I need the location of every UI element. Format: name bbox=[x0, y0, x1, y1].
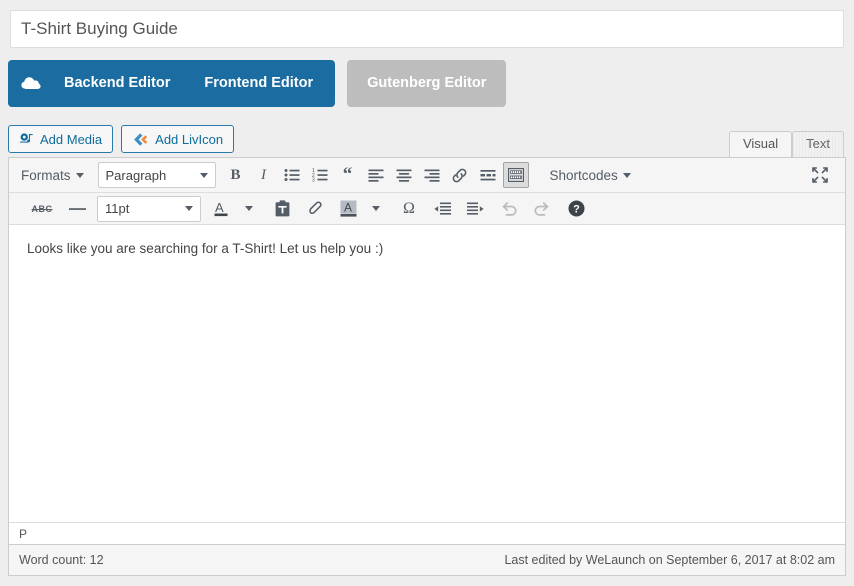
font-size-select[interactable]: 11pt bbox=[97, 195, 201, 222]
highlight-color-dropdown[interactable] bbox=[363, 196, 389, 222]
chevron-down-icon bbox=[185, 206, 193, 211]
svg-text:3: 3 bbox=[312, 178, 315, 183]
add-media-button[interactable]: Add Media bbox=[8, 125, 114, 153]
editor-toolbar-row-1: Formats Paragraph B I 1 2 3 “ Shortcodes bbox=[9, 158, 845, 193]
strikethrough-icon: ABC bbox=[31, 203, 53, 214]
toggle-toolbar-button[interactable] bbox=[502, 162, 529, 188]
element-path[interactable]: P bbox=[19, 527, 27, 541]
wpbakery-editor-group[interactable]: Backend Editor Frontend Editor bbox=[8, 60, 336, 107]
blockquote-button[interactable]: “ bbox=[335, 162, 361, 188]
link-icon bbox=[451, 167, 468, 184]
add-livicon-label: Add LivIcon bbox=[155, 131, 224, 147]
add-livicon-button[interactable]: Add LivIcon bbox=[121, 125, 235, 153]
livicon-icon bbox=[132, 132, 149, 147]
bold-button[interactable]: B bbox=[223, 162, 249, 188]
fullscreen-button[interactable] bbox=[807, 162, 833, 188]
help-icon: ? bbox=[568, 200, 585, 217]
align-left-icon bbox=[368, 169, 384, 182]
backend-editor-button[interactable]: Backend Editor bbox=[50, 60, 184, 107]
outdent-icon bbox=[433, 202, 451, 216]
block-format-value: Paragraph bbox=[105, 167, 167, 183]
numbered-list-icon: 1 2 3 bbox=[312, 168, 328, 182]
editor-content-area[interactable]: Looks like you are searching for a T-Shi… bbox=[9, 226, 845, 522]
gutenberg-editor-button[interactable]: Gutenberg Editor bbox=[347, 60, 507, 107]
align-center-button[interactable] bbox=[391, 162, 417, 188]
paste-as-text-button[interactable] bbox=[269, 196, 295, 222]
special-character-button[interactable]: Ω bbox=[396, 196, 422, 222]
content-paragraph: Looks like you are searching for a T-Shi… bbox=[27, 241, 384, 256]
add-media-label: Add Media bbox=[40, 131, 103, 147]
redo-button[interactable] bbox=[528, 196, 554, 222]
chevron-down-icon bbox=[245, 206, 253, 211]
highlight-icon: A bbox=[340, 200, 357, 217]
tab-visual[interactable]: Visual bbox=[728, 131, 793, 157]
chevron-down-icon bbox=[372, 206, 380, 211]
bullet-list-button[interactable] bbox=[279, 162, 305, 188]
undo-icon bbox=[501, 201, 519, 217]
frontend-editor-button[interactable]: Frontend Editor bbox=[190, 60, 327, 107]
strikethrough-button[interactable]: ABC bbox=[29, 196, 55, 222]
italic-button[interactable]: I bbox=[251, 162, 277, 188]
wpbakery-cloud-icon bbox=[18, 76, 44, 92]
align-right-icon bbox=[424, 169, 440, 182]
font-size-value: 11pt bbox=[105, 201, 130, 216]
read-more-icon bbox=[480, 169, 496, 182]
formats-menu-button[interactable]: Formats bbox=[13, 162, 92, 188]
omega-icon: Ω bbox=[403, 199, 415, 217]
shortcodes-label: Shortcodes bbox=[549, 167, 618, 183]
wordpress-post-editor: Backend Editor Frontend Editor Gutenberg… bbox=[0, 0, 854, 586]
align-left-button[interactable] bbox=[363, 162, 389, 188]
numbered-list-button[interactable]: 1 2 3 bbox=[307, 162, 333, 188]
eraser-icon bbox=[307, 200, 324, 217]
formats-label: Formats bbox=[21, 167, 71, 183]
shortcodes-menu-button[interactable]: Shortcodes bbox=[542, 162, 639, 188]
editor-mode-switcher: Backend Editor Frontend Editor Gutenberg… bbox=[8, 60, 507, 107]
undo-button[interactable] bbox=[497, 196, 523, 222]
indent-button[interactable] bbox=[462, 196, 488, 222]
post-title-field[interactable] bbox=[10, 10, 844, 48]
indent-icon bbox=[466, 202, 484, 216]
align-right-button[interactable] bbox=[419, 162, 445, 188]
chevron-down-icon bbox=[199, 172, 208, 178]
highlight-color-button[interactable]: A bbox=[335, 196, 361, 222]
chevron-down-icon bbox=[622, 172, 631, 178]
align-center-icon bbox=[396, 169, 412, 182]
text-color-icon: A bbox=[213, 200, 229, 217]
svg-text:A: A bbox=[344, 201, 352, 215]
paste-text-icon bbox=[275, 200, 290, 217]
last-edited-info: Last edited by WeLaunch on September 6, … bbox=[504, 553, 835, 567]
redo-icon bbox=[532, 201, 550, 217]
help-button[interactable]: ? bbox=[563, 196, 589, 222]
horizontal-rule-button[interactable] bbox=[64, 196, 90, 222]
block-format-select[interactable]: Paragraph bbox=[97, 162, 216, 188]
editor-toolbar-row-2: ABC 11pt A A Ω ? bbox=[9, 193, 845, 225]
clear-formatting-button[interactable] bbox=[302, 196, 328, 222]
svg-text:?: ? bbox=[573, 204, 580, 216]
svg-text:A: A bbox=[215, 200, 224, 215]
quote-icon: “ bbox=[342, 164, 353, 185]
bold-icon: B bbox=[230, 166, 241, 183]
add-media-icon bbox=[19, 132, 34, 147]
editor-status-bar: Word count: 12 Last edited by WeLaunch o… bbox=[8, 545, 846, 576]
text-color-button[interactable]: A bbox=[208, 196, 234, 222]
hr-icon bbox=[68, 207, 86, 211]
italic-icon: I bbox=[261, 166, 267, 183]
fullscreen-icon bbox=[811, 166, 829, 184]
media-buttons-row: Add Media Add LivIcon bbox=[8, 125, 235, 153]
word-count: Word count: 12 bbox=[19, 553, 104, 567]
tinymce-editor: Formats Paragraph B I 1 2 3 “ Shortcodes… bbox=[8, 157, 846, 545]
element-path-bar: P bbox=[9, 522, 845, 544]
text-color-dropdown[interactable] bbox=[236, 196, 262, 222]
insert-link-button[interactable] bbox=[447, 162, 473, 188]
kitchen-sink-icon bbox=[507, 168, 524, 182]
read-more-button[interactable] bbox=[475, 162, 501, 188]
outdent-button[interactable] bbox=[429, 196, 455, 222]
bullet-list-icon bbox=[284, 168, 300, 182]
tab-text[interactable]: Text bbox=[792, 131, 844, 157]
editor-view-tabs: Visual Text bbox=[728, 131, 844, 157]
post-title-input[interactable] bbox=[11, 11, 843, 47]
chevron-down-icon bbox=[75, 172, 84, 178]
